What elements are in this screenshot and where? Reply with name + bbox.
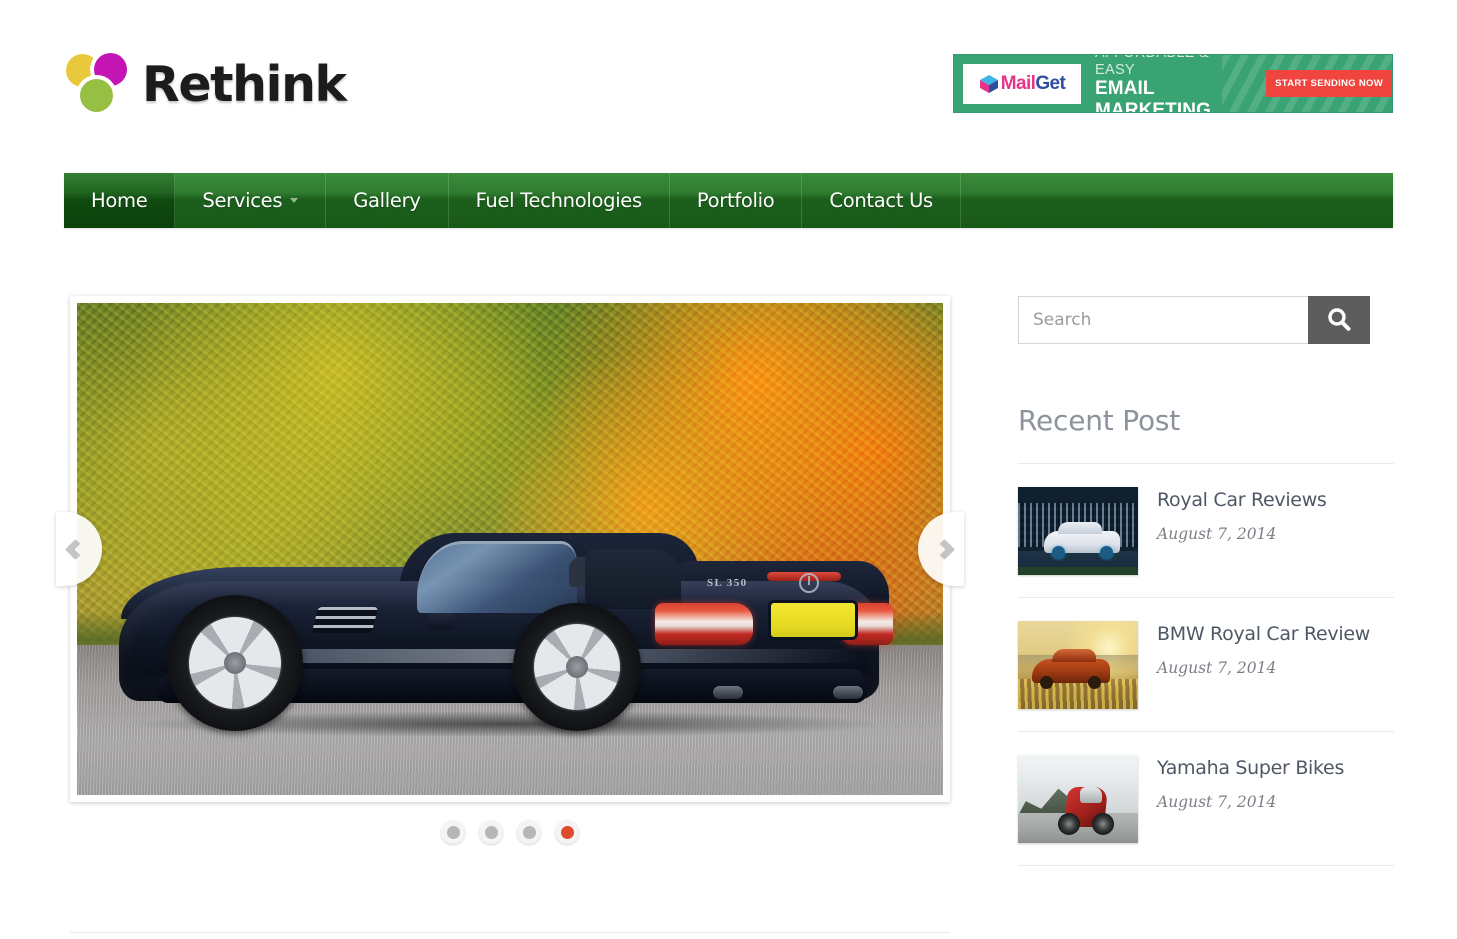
post-thumbnail: [1018, 755, 1138, 843]
search-input[interactable]: [1018, 296, 1308, 344]
car-license-plate: [771, 603, 855, 637]
mailget-logo-prefix: Mail: [1000, 73, 1036, 94]
car-rear-wheel: [513, 603, 641, 731]
slider-dot-fill: [446, 825, 460, 839]
search-icon: [1328, 308, 1351, 331]
flower-field: [1018, 679, 1138, 709]
nav-item-home[interactable]: Home: [64, 173, 176, 228]
car-wheel: [1040, 676, 1053, 689]
slider-slide-image: SL 350: [77, 303, 943, 795]
nav-item-label: Gallery: [353, 189, 421, 212]
main-content: SL 350: [56, 296, 964, 844]
mercedes-sl350-convertible: SL 350: [99, 477, 899, 737]
nav-item-gallery[interactable]: Gallery: [326, 173, 449, 228]
mailget-logo: MailGet: [963, 63, 1081, 104]
nav-item-label: Services: [202, 189, 283, 212]
car-side-vent: [311, 607, 379, 633]
slider-dot-2[interactable]: [479, 820, 503, 844]
recent-post-item[interactable]: BMW Royal Car Review August 7, 2014: [1018, 598, 1394, 731]
slider-dot-1[interactable]: [441, 820, 465, 844]
car-rollbar: [585, 549, 681, 609]
post-thumbnail: [1018, 487, 1138, 575]
car-side-mirror: [427, 613, 455, 629]
search-widget: [1018, 296, 1370, 344]
mailget-logo-suffix: Get: [1035, 73, 1066, 94]
car-wheel-center-cap: [224, 652, 246, 674]
sidebar: Recent Post Royal Car Reviews August 7, …: [1018, 296, 1394, 866]
chevron-left-icon: [64, 538, 87, 560]
car-model-badge: SL 350: [707, 577, 748, 589]
slider-pagination: [70, 820, 950, 844]
post-title: Royal Car Reviews: [1157, 489, 1327, 511]
recent-post-heading: Recent Post: [1018, 404, 1181, 437]
motorcycle-wheel: [1092, 813, 1114, 835]
sidebar-divider: [1018, 865, 1394, 866]
page-root: Rethink MailGet AFFORDABLE & EASY EMAIL …: [0, 0, 1457, 939]
chevron-right-icon: [933, 538, 956, 560]
banner-tagline: AFFORDABLE & EASY: [1095, 55, 1209, 78]
recent-post-item[interactable]: Royal Car Reviews August 7, 2014: [1018, 464, 1394, 597]
mailget-logo-text: MailGet: [1000, 73, 1066, 94]
start-sending-now-button[interactable]: START SENDING NOW: [1266, 70, 1392, 97]
banner-copy: AFFORDABLE & EASY EMAIL MARKETING: [1095, 55, 1253, 113]
sky: [1018, 755, 1138, 785]
car-windshield: [417, 541, 577, 613]
car-wheel: [1100, 546, 1113, 559]
car-wheel: [1088, 676, 1101, 689]
motorcycle-wheel: [1058, 813, 1080, 835]
logo-mark: [64, 52, 136, 116]
slider-dot-fill: [484, 825, 498, 839]
nav-item-label: Fuel Technologies: [475, 189, 643, 212]
post-thumbnail: [1018, 621, 1138, 709]
banner-headline: EMAIL MARKETING: [1095, 78, 1211, 113]
recent-post-item[interactable]: Yamaha Super Bikes August 7, 2014: [1018, 732, 1394, 865]
chevron-down-icon: [290, 198, 299, 203]
car-wheel: [1052, 546, 1065, 559]
site-logo[interactable]: Rethink: [64, 46, 347, 122]
banner-ad[interactable]: MailGet AFFORDABLE & EASY EMAIL MARKETIN…: [953, 54, 1393, 113]
car-front-wheel: [167, 595, 303, 731]
logo-dot-green-icon: [80, 79, 113, 112]
nav-item-services[interactable]: Services: [175, 173, 327, 228]
slider-dot-3[interactable]: [517, 820, 541, 844]
post-text: Royal Car Reviews August 7, 2014: [1157, 487, 1327, 543]
slider-dot-4[interactable]: [555, 820, 579, 844]
grass: [1018, 567, 1138, 575]
nav-item-contact-us[interactable]: Contact Us: [802, 173, 961, 228]
post-title: Yamaha Super Bikes: [1157, 757, 1345, 779]
mailget-cube-icon: [979, 74, 999, 94]
car-emblem-icon: [799, 573, 819, 593]
main-column-divider: [70, 932, 950, 933]
post-date: August 7, 2014: [1157, 792, 1277, 811]
slider-dot-fill: [522, 825, 536, 839]
nav-item-fuel-technologies[interactable]: Fuel Technologies: [449, 173, 670, 228]
logo-text: Rethink: [142, 55, 347, 113]
hero-slider: SL 350: [56, 296, 964, 802]
slider-dot-fill: [560, 825, 574, 839]
main-navigation: Home Services Gallery Fuel Technologies …: [64, 173, 1393, 228]
post-text: Yamaha Super Bikes August 7, 2014: [1157, 755, 1344, 811]
nav-item-label: Home: [91, 189, 148, 212]
motorcycle-fairing: [1080, 787, 1102, 803]
car-exhaust-left: [713, 686, 743, 699]
post-title: BMW Royal Car Review: [1157, 623, 1370, 645]
nav-item-label: Contact Us: [829, 189, 933, 212]
post-date: August 7, 2014: [1157, 658, 1277, 677]
search-button[interactable]: [1308, 296, 1370, 344]
nav-item-portfolio[interactable]: Portfolio: [670, 173, 803, 228]
post-text: BMW Royal Car Review August 7, 2014: [1157, 621, 1370, 677]
car-exhaust-right: [833, 686, 863, 699]
car-wheel-center-cap: [566, 656, 588, 678]
car-taillight-left: [655, 603, 753, 645]
site-header: Rethink MailGet AFFORDABLE & EASY EMAIL …: [0, 0, 1457, 152]
post-date: August 7, 2014: [1157, 524, 1277, 543]
nav-item-label: Portfolio: [696, 189, 775, 212]
